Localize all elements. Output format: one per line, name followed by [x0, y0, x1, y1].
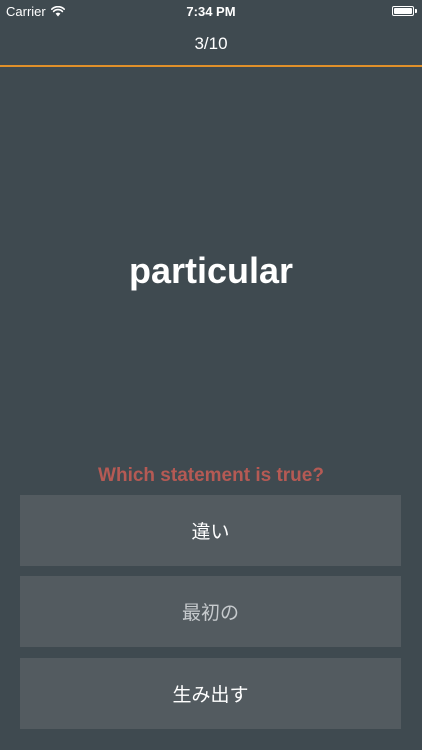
- status-bar: Carrier 7:34 PM: [0, 0, 422, 22]
- quiz-prompt: Which statement is true?: [98, 465, 324, 486]
- answer-button-3[interactable]: 生み出す: [20, 658, 401, 729]
- status-time: 7:34 PM: [186, 4, 236, 19]
- answer-button-1[interactable]: 違い: [20, 495, 401, 566]
- nav-divider: [0, 65, 422, 67]
- answer-button-2[interactable]: 最初の: [20, 576, 401, 647]
- nav-bar: 3/10: [0, 22, 422, 65]
- battery-tip: [415, 9, 417, 13]
- battery-fill: [394, 8, 412, 14]
- progress-counter: 3/10: [194, 34, 228, 53]
- battery-icon: [392, 6, 414, 16]
- quiz-word: particular: [128, 250, 294, 291]
